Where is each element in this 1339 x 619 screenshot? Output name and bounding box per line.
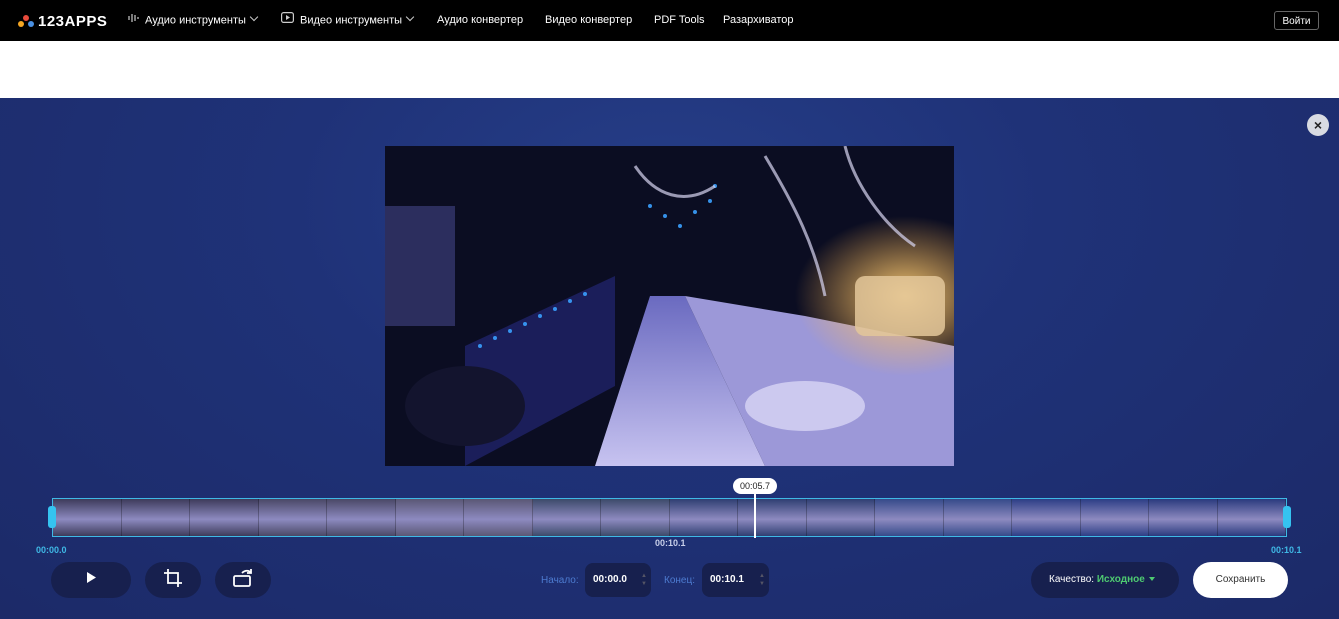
- end-label: Конец:: [664, 575, 695, 586]
- crop-button[interactable]: [145, 562, 201, 598]
- nav-label: Видео конвертер: [545, 14, 633, 26]
- timeline-end-time: 00:10.1: [1271, 545, 1302, 555]
- timeline-thumbnail: [258, 499, 327, 536]
- timeline-thumbnail: [395, 499, 464, 536]
- nav-pdf-tools[interactable]: PDF Tools: [654, 0, 705, 41]
- timeline-duration-label: 00:10.1: [655, 538, 686, 548]
- timeline-thumbnail: [464, 499, 533, 536]
- nav-audio-tools[interactable]: Аудио инструменты: [128, 0, 259, 41]
- playhead-time-tooltip: 00:05.7: [733, 478, 777, 494]
- logo-icon: [18, 13, 34, 29]
- timeline-thumbnail: [601, 499, 670, 536]
- quality-select[interactable]: Качество: Исходное: [1031, 562, 1179, 598]
- nav-label: PDF Tools: [654, 14, 705, 26]
- caret-down-icon: [1148, 577, 1155, 582]
- crop-icon: [163, 568, 183, 593]
- close-icon: ×: [1313, 117, 1323, 133]
- timeline-thumbnail: [121, 499, 190, 536]
- timeline-thumbnail: [1149, 499, 1218, 536]
- chevron-down-icon: [405, 13, 415, 22]
- waveform-icon: [128, 0, 139, 41]
- play-square-icon: [281, 0, 295, 41]
- timeline-thumbnail: [190, 499, 259, 536]
- quality-label: Качество:: [1049, 574, 1095, 585]
- timeline-thumbnail: [669, 499, 738, 536]
- quality-value: Исходное: [1096, 574, 1145, 585]
- timeline-frames: [53, 499, 1286, 536]
- timeline-start-time: 00:00.0: [36, 545, 67, 555]
- timeline-thumbnail: [738, 499, 807, 536]
- timeline-thumbnail: [327, 499, 396, 536]
- rotate-icon: [232, 568, 254, 593]
- timeline-thumbnail: [806, 499, 875, 536]
- timeline-thumbnail: [1080, 499, 1149, 536]
- close-button[interactable]: ×: [1307, 114, 1329, 136]
- stepper-icon[interactable]: ▲ ▼: [759, 572, 765, 588]
- trim-start-handle[interactable]: [48, 506, 56, 528]
- playhead[interactable]: [754, 494, 756, 538]
- play-icon: [85, 571, 97, 589]
- rotate-button[interactable]: [215, 562, 271, 598]
- timeline-thumbnail: [53, 499, 122, 536]
- end-time-value: 00:10.1: [710, 574, 744, 585]
- video-preview[interactable]: [385, 146, 954, 466]
- timeline-thumbnail: [1012, 499, 1081, 536]
- save-button[interactable]: Сохранить: [1193, 562, 1288, 598]
- video-frame-image: [385, 146, 954, 466]
- nav-label: Аудио инструменты: [145, 14, 246, 27]
- trim-end-handle[interactable]: [1283, 506, 1291, 528]
- timeline-track[interactable]: [52, 498, 1287, 537]
- timeline-thumbnail: [1217, 499, 1286, 536]
- timeline-thumbnail: [532, 499, 601, 536]
- start-time-value: 00:00.0: [593, 574, 627, 585]
- chevron-down-icon: [249, 13, 259, 22]
- top-navigation: 123APPS Аудио инструменты Видео инструме…: [0, 0, 1339, 41]
- nav-label: Аудио конвертер: [437, 14, 524, 26]
- nav-audio-converter[interactable]: Аудио конвертер: [437, 0, 523, 41]
- stepper-icon[interactable]: ▲ ▼: [641, 572, 647, 588]
- nav-label: Разархиватор: [723, 14, 794, 26]
- logo-text: 123APPS: [38, 12, 108, 30]
- end-time-field[interactable]: 00:10.1 ▲ ▼: [702, 563, 769, 597]
- ad-space: [0, 41, 1339, 98]
- nav-unarchiver[interactable]: Разархиватор: [723, 0, 794, 41]
- timeline-thumbnail: [875, 499, 944, 536]
- logo[interactable]: 123APPS: [18, 11, 107, 31]
- timeline-thumbnail: [943, 499, 1012, 536]
- nav-video-tools[interactable]: Видео инструменты: [281, 0, 415, 41]
- start-time-field[interactable]: 00:00.0 ▲ ▼: [585, 563, 651, 597]
- start-label: Начало:: [541, 575, 579, 586]
- login-button[interactable]: Войти: [1274, 11, 1319, 30]
- nav-video-converter[interactable]: Видео конвертер: [545, 0, 632, 41]
- nav-label: Видео инструменты: [300, 14, 403, 27]
- play-button[interactable]: [51, 562, 131, 598]
